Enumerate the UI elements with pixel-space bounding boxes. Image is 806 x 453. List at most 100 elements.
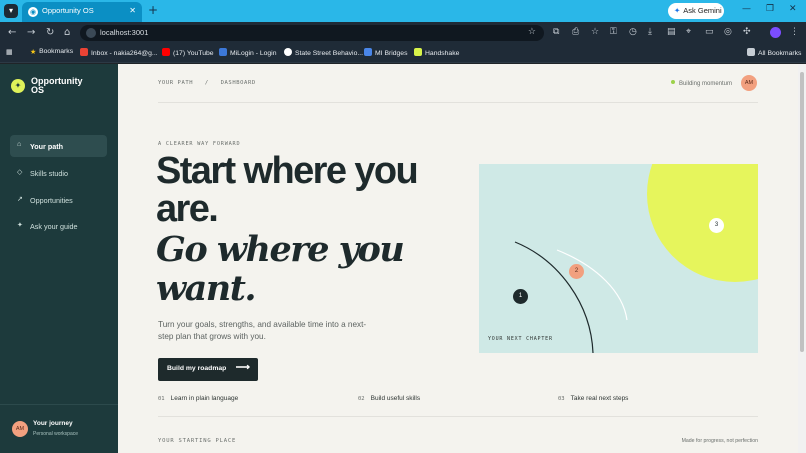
tab-strip: ▾ ◉ Opportunity OS ✕ + ✦ Ask Gemini — ❐ ✕ [0,0,806,22]
brand-name[interactable]: Opportunity OS [31,77,91,95]
forward-icon[interactable]: → [27,27,35,38]
menu-kebab-icon[interactable]: ⋮ [790,27,799,37]
bookmark-label: Inbox - nakia264@g... [91,50,158,57]
feature-item: 01 Learn in plain language [158,395,238,402]
extensions-icon[interactable]: ✣ [743,27,751,37]
download-icon[interactable]: ⤓ [648,27,652,37]
feature-number: 01 [158,396,165,402]
feature-label: Learn in plain language [170,395,239,402]
gemini-sparkle-icon: ✦ [674,6,681,15]
youtube-icon [162,48,170,56]
section-divider [158,416,758,417]
app-sidebar: ✦ Opportunity OS ⌂ Your path ◇ Skills st… [0,64,118,453]
all-bookmarks-label: All Bookmarks [758,50,802,57]
profile-avatar[interactable] [770,27,781,38]
sun-shape [647,164,758,282]
journey-subtitle: Personal workspace [33,431,79,437]
apps-grid-icon[interactable]: ▦ [6,48,12,56]
location-icon[interactable]: ⌖ [686,27,691,37]
bookmark-star-icon[interactable]: ☆ [528,27,536,37]
bookmark-label: State Street Behavio... [295,50,364,57]
bookmark-item[interactable]: ★ Bookmarks [30,48,73,56]
gmail-icon [80,48,88,56]
address-bar[interactable]: localhost:3001 ☆ [80,25,544,41]
star-icon: ★ [30,49,37,56]
sidebar-item-opportunities[interactable]: ↗ Opportunities [10,189,107,211]
chapter-illustration: 1 2 3 YOUR NEXT CHAPTER [479,164,758,353]
maximize-icon[interactable]: ❐ [766,4,774,14]
page-scrollbar[interactable] [798,64,806,453]
bookmark-item[interactable]: MiLogin - Login [219,48,276,57]
main-content: YOUR PATH / DASHBOARD Building momentum … [118,64,798,453]
camera-icon[interactable]: ◎ [724,27,732,37]
globe-icon [284,48,292,56]
active-tab[interactable]: ◉ Opportunity OS ✕ [22,2,142,22]
arrow-up-right-icon: ↗ [17,196,23,203]
bookmark-item[interactable]: MI Bridges [364,48,407,57]
feature-label: Build useful skills [370,395,421,402]
bookmark-item[interactable]: State Street Behavio... [284,48,363,57]
build-roadmap-button[interactable]: Build my roadmap ⟶ [158,358,258,381]
key-icon[interactable]: ⚿ [610,27,617,37]
new-tab-button[interactable]: + [148,3,158,17]
hero-lede: Turn your goals, strengths, and availabl… [158,320,367,341]
milestone-marker: 2 [569,264,584,279]
sidebar-item-label: Your path [30,142,64,151]
status-dot-icon [670,80,675,84]
site-info-icon[interactable] [86,28,96,38]
favorites-icon[interactable]: ☆ [591,27,599,37]
sidebar-item-ask-your-guide[interactable]: ✦ Ask your guide [10,215,107,237]
print-icon[interactable]: ⎙ [572,27,579,37]
all-bookmarks[interactable]: All Bookmarks [747,48,801,57]
card-icon[interactable]: ▭ [705,27,714,37]
diamond-icon: ◇ [17,169,23,176]
header-divider [158,102,758,103]
hero-title-italic: Go where you want. [156,229,405,309]
bookmark-item[interactable]: (17) YouTube [162,48,214,57]
journey-card[interactable]: AM Your journey Personal workspace [0,404,118,453]
sidebar-item-label: Opportunities [30,196,73,205]
minimize-icon[interactable]: — [742,4,751,14]
sidebar-item-label: Skills studio [30,169,68,178]
sidebar-item-skills-studio[interactable]: ◇ Skills studio [10,162,107,184]
bookmark-item[interactable]: Handshake [414,48,459,57]
sparkle-icon: ✦ [17,222,23,229]
milestone-marker: 1 [513,289,528,304]
ask-gemini-button[interactable]: ✦ Ask Gemini [668,3,724,19]
tab-search-button[interactable]: ▾ [4,4,18,18]
home-icon: ⌂ [17,141,22,148]
section-note: Made for progress, not perfection [681,438,758,444]
path-line-light [556,249,628,321]
scrollbar-thumb[interactable] [800,72,804,352]
tab-close-icon[interactable]: ✕ [129,6,136,15]
mibridges-icon [364,48,372,56]
history-icon[interactable]: ◷ [629,27,637,37]
build-roadmap-label: Build my roadmap [167,365,227,372]
journey-title: Your journey [33,420,73,427]
reload-icon[interactable]: ↻ [46,27,54,38]
back-icon[interactable]: ← [8,27,16,38]
url-text: localhost:3001 [100,28,149,37]
user-avatar[interactable]: AM [741,75,757,91]
translate-icon[interactable]: ⧉ [553,27,559,37]
brand-logo-icon: ✦ [11,79,25,93]
milogin-icon [219,48,227,56]
sidebar-item-your-path[interactable]: ⌂ Your path [10,135,107,157]
window-close-icon[interactable]: ✕ [789,4,797,14]
status-text: Building momentum [678,81,732,87]
arrow-right-icon: ⟶ [235,362,250,373]
section-title: YOUR STARTING PLACE [158,438,237,444]
folder-icon [747,48,755,56]
ask-gemini-label: Ask Gemini [683,6,722,15]
breadcrumb: YOUR PATH / DASHBOARD [158,80,256,86]
bookmarks-bar: ▦ ★ Bookmarks Inbox - nakia264@g... (17) … [0,44,806,63]
bookmark-label: Handshake [425,50,460,57]
hero-title: Start where you are. [156,150,419,230]
home-button-icon[interactable]: ⌂ [64,27,70,38]
reading-list-icon[interactable]: ▤ [667,27,676,37]
bookmark-item[interactable]: Inbox - nakia264@g... [80,48,158,57]
browser-toolbar: ← → ↻ ⌂ localhost:3001 ☆ ⧉ ⎙ ☆ ⚿ ◷ ⤓ ▤ ⌖… [0,22,806,44]
sidebar-item-label: Ask your guide [30,222,78,231]
bookmark-label: MiLogin - Login [230,50,277,57]
feature-item: 03 Take real next steps [558,395,628,402]
